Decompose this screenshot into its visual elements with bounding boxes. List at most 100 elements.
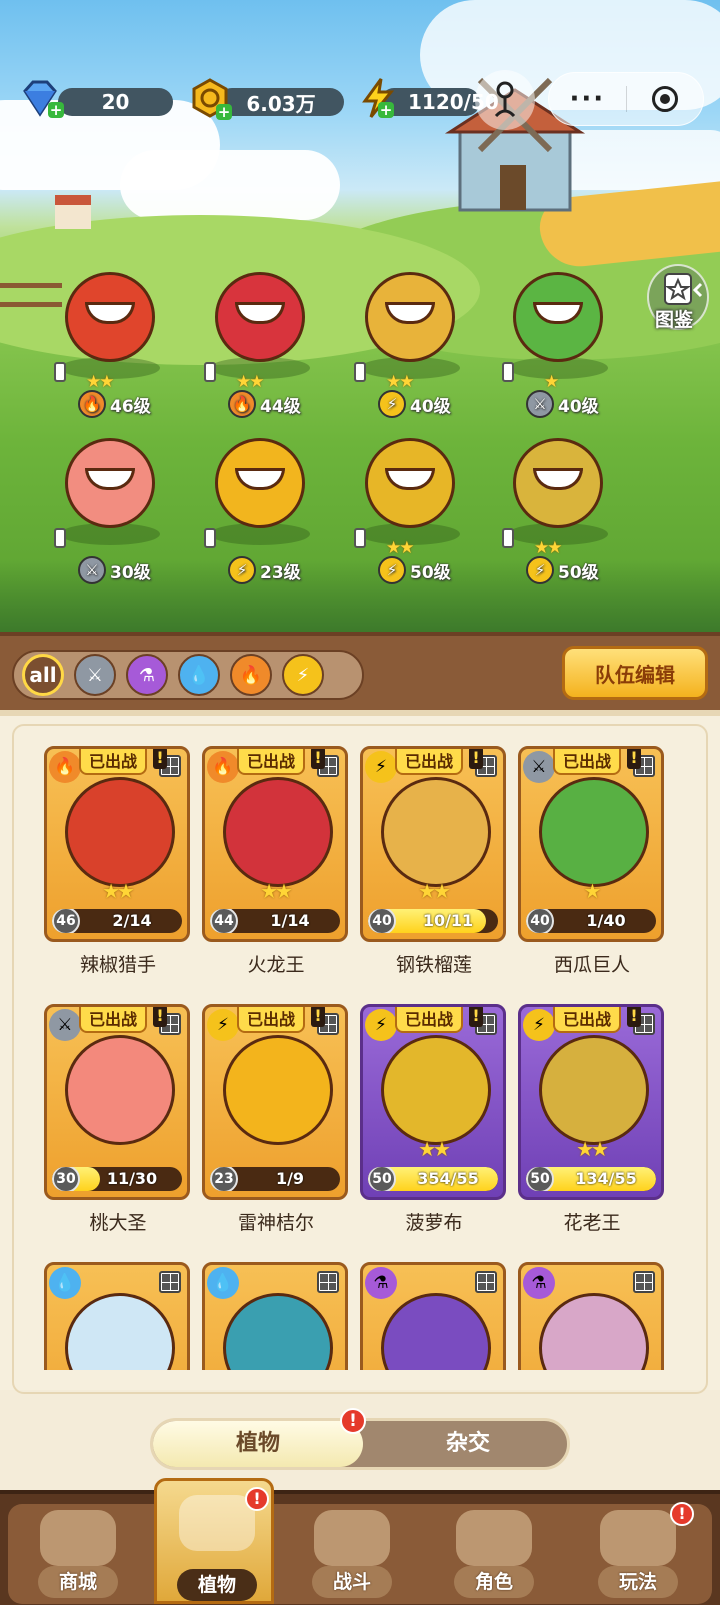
plant-card[interactable]: ⚡ 已出战! ★★ 354/55 50 菠萝布 [360,1004,508,1235]
plant-card[interactable]: ⚡ 已出战! ★★ 10/11 40 钢铁榴莲 [360,746,508,977]
person-icon [494,81,516,118]
grid-slot-icon [633,1271,655,1293]
grid-slot-icon [317,1271,339,1293]
field-hero[interactable]: ★★ ⚡ 40级 [340,262,470,418]
plant-level: 30 [52,1167,80,1191]
plant-name: 钢铁榴莲 [395,954,472,976]
gameplay-icon [600,1510,676,1566]
add-gold-icon[interactable]: + [216,104,232,120]
plant-card-frame[interactable]: ⚔ 已出战! 11/30 30 [44,1004,190,1200]
plant-card-frame[interactable]: ⚗ [360,1262,506,1370]
hero-stars: ★★ [534,538,563,558]
team-edit-button[interactable]: 队伍编辑 [562,646,708,700]
gold-counter[interactable]: 6.03万 [218,88,344,116]
field-hero[interactable]: ★★ 🔥 46级 [40,262,170,418]
nav-shop[interactable]: 商城 [18,1504,138,1604]
add-gems-icon[interactable]: + [48,102,64,118]
deployed-badge: 已出战 [395,749,464,775]
plant-card[interactable]: ⚗ [360,1262,508,1370]
plant-card-frame[interactable]: ⚡ 已出战! ★★ 10/11 40 [360,746,506,942]
plants-alert-badge: ! [245,1487,269,1511]
deployed-mark-icon: ! [469,1007,483,1027]
battlefield-scene: 20 + 6.03万 + 1120/50 + ··· 图鉴 ★★ 🔥 46级 ★★ 🔥 4… [0,0,720,632]
water-drop-icon: 💧 [207,1267,239,1299]
plant-portrait [223,1035,333,1145]
plant-card-frame[interactable]: ⚔ 已出战! ★ 1/40 40 [518,746,664,942]
field-hero[interactable]: ⚔ 30级 [40,428,170,584]
plant-card[interactable]: ⚗ [518,1262,666,1370]
gem-counter[interactable]: 20 [58,88,173,116]
filter-stone-button[interactable]: ⚔ [74,654,116,696]
plant-card[interactable]: ⚡ 已出战! ★★ 134/55 50 花老王 [518,1004,666,1235]
progress-text: 2/14 [112,911,152,930]
field-hero[interactable]: ★★ ⚡ 50级 [488,428,618,584]
lightning-icon[interactable]: + [356,76,400,120]
plant-portrait [539,1035,649,1145]
hero-slot-marker [54,362,66,382]
nav-plants-label: 植物 [177,1569,257,1601]
gold-coin-icon[interactable]: + [188,76,232,120]
add-energy-icon[interactable]: + [378,102,394,118]
codex-label[interactable]: 图鉴 [655,305,693,332]
water-drop-icon: 💧 [49,1267,81,1299]
bottom-navigation: 商城 植物 ! 战斗 角色 玩法 ! [0,1478,720,1605]
field-hero[interactable]: ⚡ 23级 [190,428,320,584]
tab-hybrid[interactable]: 杂交 [363,1421,573,1467]
plant-card-frame[interactable]: 🔥 已出战! ★★ 1/14 44 [202,746,348,942]
plant-card[interactable]: ⚔ 已出战! ★ 1/40 40 西瓜巨人 [518,746,666,977]
deployed-badge: 已出战 [79,1007,148,1033]
nav-character-label: 角色 [454,1566,534,1598]
plant-card[interactable]: 💧 [44,1262,192,1370]
tab-plants[interactable]: 植物 [153,1421,363,1467]
plant-card-frame[interactable]: 💧 [202,1262,348,1370]
nav-gameplay[interactable]: 玩法 ! [578,1502,698,1604]
lightning-icon: ⚡ [207,1009,239,1041]
plant-card-frame[interactable]: ⚡ 已出战! ★★ 134/55 50 [518,1004,664,1200]
filter-water-button[interactable]: 💧 [178,654,220,696]
gem-icon[interactable]: + [18,76,64,120]
field-hero[interactable]: ★★ 🔥 44级 [190,262,320,418]
plant-card-frame[interactable]: ⚗ [518,1262,664,1370]
filter-poison-button[interactable]: ⚗ [126,654,168,696]
nav-battle[interactable]: 战斗 [292,1504,412,1604]
deployed-badge: 已出战 [395,1007,464,1033]
potion-icon: ⚗ [523,1267,555,1299]
sword-icon: ⚔ [86,664,104,686]
plant-card-frame[interactable]: ⚡ 已出战! ★★ 354/55 50 [360,1004,506,1200]
plant-name: 花老王 [563,1212,621,1234]
deployed-badge: 已出战 [237,1007,306,1033]
field-hero[interactable]: ★ ⚔ 40级 [488,262,618,418]
hero-slot-marker [354,362,366,382]
plant-card-frame[interactable]: 💧 [44,1262,190,1370]
lightning-icon: ⚡ [365,1009,397,1041]
plant-card[interactable]: 💧 [202,1262,350,1370]
filter-all-button[interactable]: all [22,654,64,696]
field-hero[interactable]: ★★ ⚡ 50级 [340,428,470,584]
profile-button[interactable] [475,70,535,130]
plant-card[interactable]: 🔥 已出战! ★★ 1/14 44 火龙王 [202,746,350,977]
sword-icon: ⚔ [49,1009,81,1041]
lightning-icon: ⚡ [523,1009,555,1041]
plant-card[interactable]: ⚔ 已出战! 11/30 30 桃大圣 [44,1004,192,1235]
progress-text: 1/40 [586,911,626,930]
deployed-badge: 已出战 [553,1007,622,1033]
plant-card[interactable]: 🔥 已出战! ★★ 2/14 46 辣椒猎手 [44,746,192,977]
close-miniprogram-button[interactable] [627,86,704,112]
filter-bolt-button[interactable]: ⚡ [282,654,324,696]
hero-level: ⚔ 40级 [526,390,599,418]
plant-stars: ★★ [576,1137,609,1161]
target-icon [651,86,678,112]
plant-card[interactable]: ⚡ 已出战! 1/9 23 雷神桔尔 [202,1004,350,1235]
lightning-icon: ⚡ [526,556,554,584]
upgrade-progress-bar: 11/30 30 [52,1167,182,1191]
sword-icon: ⚔ [523,751,555,783]
fire-icon: 🔥 [228,390,256,418]
plant-card-frame[interactable]: 🔥 已出战! ★★ 2/14 46 [44,746,190,942]
filter-fire-button[interactable]: 🔥 [230,654,272,696]
plant-name: 菠萝布 [405,1212,463,1234]
more-menu-button[interactable]: ··· [549,84,626,114]
nav-plants[interactable]: 植物 ! [154,1478,274,1604]
plant-card-frame[interactable]: ⚡ 已出战! 1/9 23 [202,1004,348,1200]
lightning-icon: ⚡ [296,664,310,686]
nav-character[interactable]: 角色 [434,1504,554,1604]
